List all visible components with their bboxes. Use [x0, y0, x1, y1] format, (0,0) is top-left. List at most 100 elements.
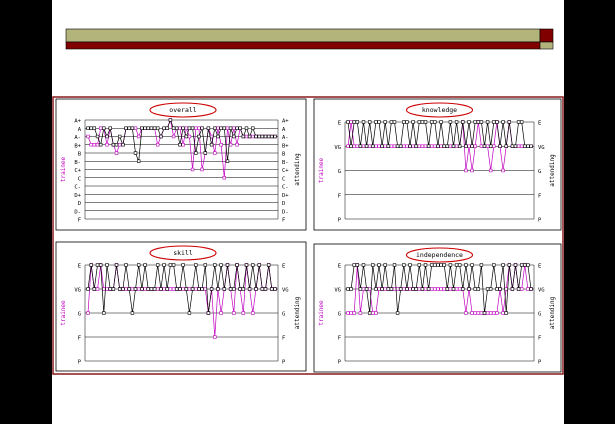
data-point-attending — [137, 159, 141, 163]
data-point-trainee — [89, 143, 93, 147]
data-point-trainee — [433, 144, 437, 148]
data-point-attending — [504, 311, 508, 315]
data-point-attending — [408, 263, 412, 267]
data-point-attending — [352, 263, 356, 267]
data-point-trainee — [143, 287, 147, 291]
data-point-trainee — [488, 311, 493, 315]
data-point-trainee — [349, 120, 353, 124]
tick-label-left: D — [78, 201, 81, 207]
data-point-attending — [358, 144, 363, 148]
data-point-attending — [149, 287, 154, 291]
data-point-trainee — [168, 287, 173, 291]
data-point-trainee — [156, 143, 160, 147]
data-point-trainee — [467, 144, 471, 148]
data-point-trainee — [137, 134, 141, 139]
data-point-trainee — [408, 287, 412, 291]
data-point-attending — [143, 126, 147, 130]
data-point-attending — [405, 120, 409, 124]
data-point-attending — [102, 311, 106, 315]
data-point-attending — [408, 144, 412, 148]
data-point-attending — [488, 144, 493, 148]
data-point-trainee — [417, 144, 421, 148]
data-point-attending — [270, 134, 274, 139]
data-point-attending — [464, 144, 468, 148]
data-point-attending — [436, 263, 440, 267]
data-point-attending — [181, 263, 185, 267]
data-point-trainee — [184, 126, 188, 130]
data-point-attending — [152, 287, 157, 291]
data-point-attending — [495, 120, 499, 124]
data-point-attending — [241, 134, 245, 139]
y-label-trainee: trainee — [318, 300, 325, 326]
tick-label-right: E — [282, 264, 285, 270]
data-point-attending — [171, 126, 176, 130]
data-point-attending — [482, 144, 487, 148]
tick-label-left: B+ — [74, 143, 81, 149]
data-point-attending — [529, 144, 533, 148]
tick-label-right: B+ — [282, 143, 289, 149]
data-point-attending — [114, 263, 119, 267]
data-point-attending — [238, 287, 242, 291]
data-point-attending — [175, 126, 179, 130]
data-point-attending — [251, 263, 255, 267]
tick-label-right: B- — [282, 160, 289, 166]
data-point-attending — [519, 263, 524, 267]
data-point-attending — [121, 143, 125, 147]
data-point-attending — [414, 144, 418, 148]
data-point-trainee — [213, 151, 217, 155]
data-point-attending — [411, 120, 415, 124]
data-point-trainee — [392, 144, 397, 148]
data-point-attending — [203, 151, 207, 155]
data-point-attending — [216, 287, 220, 291]
data-point-trainee — [105, 143, 109, 147]
data-point-attending — [156, 263, 160, 267]
data-point-attending — [181, 126, 185, 130]
data-point-attending — [473, 287, 477, 291]
data-point-attending — [454, 263, 459, 267]
tick-label-right: VG — [538, 145, 545, 151]
data-point-trainee — [194, 126, 198, 130]
data-point-attending — [241, 287, 245, 291]
data-point-attending — [417, 120, 421, 124]
data-point-attending — [426, 287, 431, 291]
tick-label-left: E — [338, 264, 341, 270]
data-point-attending — [213, 126, 217, 130]
data-point-attending — [213, 263, 217, 267]
data-point-attending — [263, 287, 268, 291]
data-point-attending — [513, 144, 518, 148]
chart-panel-border — [55, 98, 307, 231]
data-point-attending — [209, 287, 214, 291]
y-label-trainee: trainee — [60, 156, 67, 182]
data-point-attending — [423, 120, 428, 124]
data-point-attending — [203, 263, 207, 267]
data-point-trainee — [501, 311, 505, 315]
y-label-attending: attending — [549, 296, 556, 329]
data-point-attending — [448, 263, 453, 267]
data-point-attending — [495, 287, 499, 291]
data-point-attending — [159, 287, 163, 291]
data-point-attending — [168, 118, 173, 122]
data-point-attending — [386, 287, 390, 291]
data-point-trainee — [181, 143, 185, 147]
data-point-attending — [222, 126, 226, 130]
slide-canvas: A+ A+A AA- A-B+ B+B BB- B-C+ C+C CC- C-D+ D+D DD- D-… — [52, 0, 564, 424]
data-point-trainee — [371, 311, 375, 315]
tick-label-left: D- — [74, 209, 81, 215]
data-point-attending — [402, 263, 406, 267]
data-point-trainee — [436, 287, 440, 291]
data-point-trainee — [448, 287, 453, 291]
data-point-attending — [99, 263, 103, 267]
data-point-attending — [457, 144, 462, 148]
data-point-trainee — [439, 287, 443, 291]
tick-label-right: E — [538, 121, 541, 127]
data-point-trainee — [367, 144, 372, 148]
header-olive-square — [539, 41, 554, 50]
data-point-trainee — [92, 143, 97, 147]
data-point-trainee — [526, 287, 530, 291]
data-point-attending — [222, 287, 226, 291]
data-point-attending — [395, 144, 400, 148]
header-maroon-bar — [65, 41, 541, 50]
tick-label-left: B- — [74, 160, 81, 166]
tick-label-right: E — [538, 264, 541, 270]
data-point-attending — [364, 287, 369, 291]
